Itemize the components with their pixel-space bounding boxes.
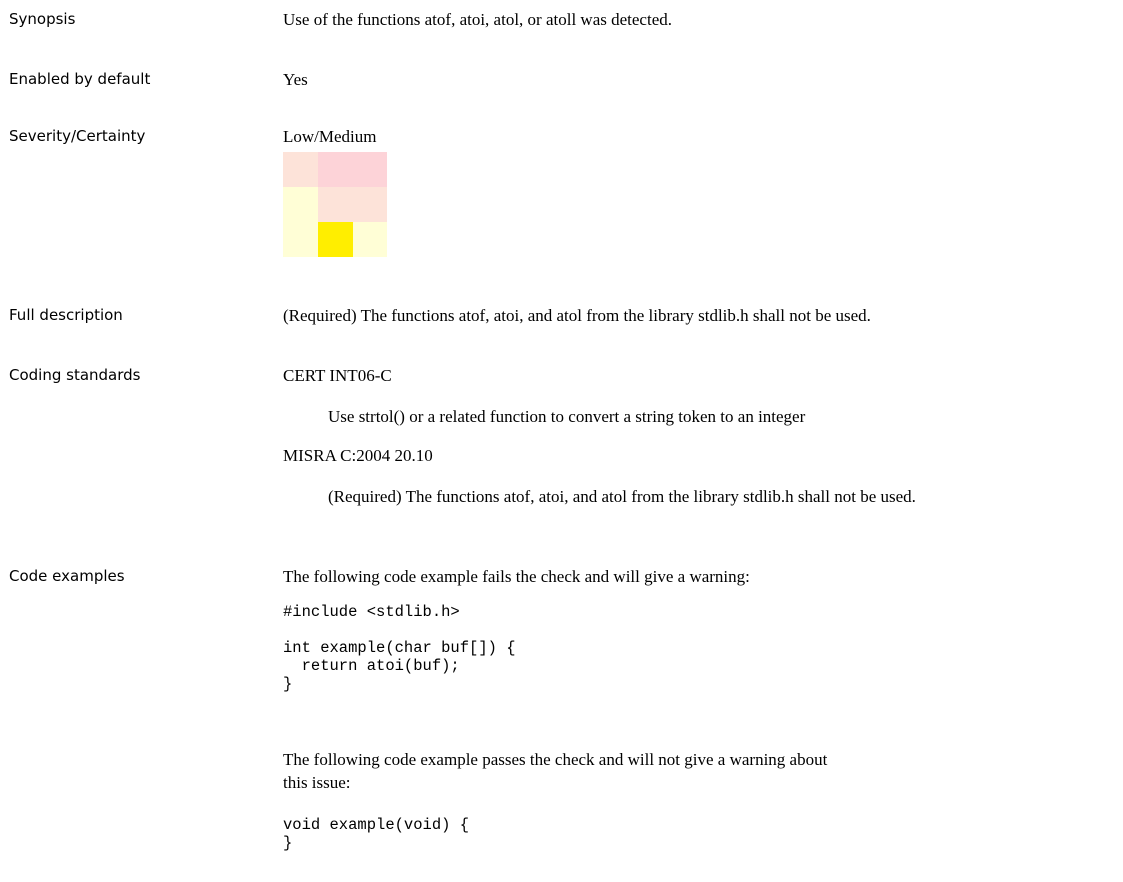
- severity-grid-cell: [283, 187, 318, 222]
- severity-grid-cell: [283, 152, 318, 187]
- synopsis-value: Use of the functions atof, atoi, atol, o…: [283, 10, 672, 29]
- severity-grid-cell: [353, 222, 387, 257]
- pass-code-block: void example(void) { }: [283, 816, 470, 852]
- severity-certainty-grid: [283, 152, 387, 257]
- standard-name: MISRA C:2004 20.10: [283, 446, 433, 465]
- pass-example-intro: The following code example passes the ch…: [283, 750, 828, 792]
- enabled-label: Enabled by default: [9, 70, 151, 88]
- severity-grid-cell: [353, 187, 387, 222]
- code-examples-label: Code examples: [9, 567, 125, 585]
- fail-example-intro: The following code example fails the che…: [283, 567, 750, 586]
- severity-grid-cell: [353, 152, 387, 187]
- standard-description: (Required) The functions atof, atoi, and…: [328, 487, 916, 506]
- enabled-value: Yes: [283, 70, 308, 89]
- full-description-label: Full description: [9, 306, 123, 324]
- full-description-value: (Required) The functions atof, atoi, and…: [283, 306, 871, 325]
- coding-standards-label: Coding standards: [9, 366, 141, 384]
- severity-grid-cell: [318, 187, 353, 222]
- standard-name: CERT INT06-C: [283, 366, 392, 385]
- severity-value: Low/Medium: [283, 127, 377, 146]
- fail-code-block: #include <stdlib.h> int example(char buf…: [283, 603, 516, 693]
- severity-grid-cell: [283, 222, 318, 257]
- standard-description: Use strtol() or a related function to co…: [328, 407, 806, 426]
- synopsis-label: Synopsis: [9, 10, 76, 28]
- severity-label: Severity/Certainty: [9, 127, 146, 145]
- severity-grid-cell: [318, 152, 353, 187]
- severity-grid-cell: [318, 222, 353, 257]
